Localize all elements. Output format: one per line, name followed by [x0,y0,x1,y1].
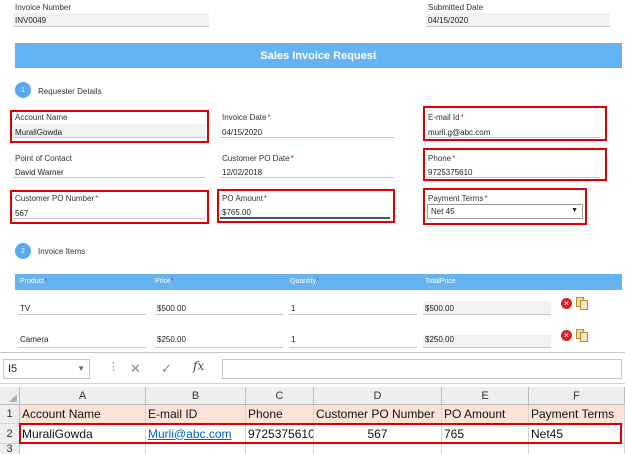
formula-bar: I5 ▼ ⋮ ✕ ✓ fx [0,353,625,384]
invoice-items-heading: Invoice Items [38,247,86,256]
highlight-account-name [10,110,209,143]
item-1-total: $500.00 [425,304,454,313]
highlight-email [423,106,607,141]
row-header-1[interactable]: 1 [0,405,20,424]
highlight-payment-terms [423,188,587,225]
more-options-icon: ⋮ [108,361,119,373]
step-badge-2: 2 [15,243,31,259]
highlight-phone [423,148,607,181]
delete-icon[interactable]: × [561,330,572,341]
point-of-contact-value: David Warner [15,168,64,177]
col-product: Product* [20,278,47,285]
cancel-icon[interactable]: ✕ [130,361,141,377]
formula-input[interactable] [222,359,622,379]
row-header-2[interactable]: 2 [0,424,20,444]
point-of-contact-label: Point of Contact [15,154,72,163]
submitted-date-label: Submitted Date [428,3,484,12]
name-box-value: I5 [8,363,18,375]
cell-f3[interactable] [529,444,625,454]
column-header-a[interactable]: A [20,387,146,405]
col-quantity: Quantity* [290,278,319,285]
item-2-quantity: 1 [291,335,296,344]
cell-f1[interactable]: Payment Terms [529,405,625,424]
item-2-product: Camera [20,335,49,344]
copy-icon[interactable] [576,329,588,342]
cell-c3[interactable] [246,444,314,454]
col-total-price: TotalPrice [425,278,456,285]
cell-a3[interactable] [20,444,146,454]
step-badge-1: 1 [15,82,31,98]
copy-icon[interactable] [576,297,588,310]
delete-icon[interactable]: × [561,298,572,309]
column-header-e[interactable]: E [442,387,529,405]
column-header-d[interactable]: D [314,387,442,405]
highlight-excel-row-2 [19,423,622,444]
invoice-number-label: Invoice Number [15,3,72,12]
item-2-quantity-field[interactable] [289,334,417,348]
column-header-b[interactable]: B [146,387,246,405]
cell-c1[interactable]: Phone [246,405,314,424]
item-1-product-field[interactable] [18,301,146,315]
cell-a1[interactable]: Account Name [20,405,146,424]
cell-b3[interactable] [146,444,246,454]
submitted-date-value: 04/15/2020 [428,16,469,25]
invoice-date-value: 04/15/2020 [222,128,263,137]
insert-function-button[interactable]: fx [193,359,204,373]
highlight-po-amount [217,189,395,223]
cell-d1[interactable]: Customer PO Number [314,405,442,424]
col-price: Price* [155,278,174,285]
highlight-customer-po-number [10,190,209,224]
row-header-3[interactable]: 3 [0,443,20,454]
cell-e1[interactable]: PO Amount [442,405,529,424]
customer-po-date-value: 12/02/2018 [222,168,263,177]
items-table-header: Product* Price* Quantity* TotalPrice [15,274,622,290]
sales-invoice-form: Invoice Number INV0049 Submitted Date 04… [0,0,625,352]
item-1-quantity-field[interactable] [289,301,417,315]
item-2-total: $250.00 [425,335,454,344]
page-title-banner: Sales Invoice Request [15,43,622,68]
invoice-date-label: Invoice Date* [222,113,271,122]
spreadsheet: I5 ▼ ⋮ ✕ ✓ fx A B C D E F 1 2 3 Account … [0,352,625,454]
invoice-number-value: INV0049 [15,16,47,25]
cell-e3[interactable] [442,444,529,454]
item-2-price: $250.00 [157,335,186,344]
cell-d3[interactable] [314,444,442,454]
enter-icon[interactable]: ✓ [161,361,172,377]
customer-po-date-label: Customer PO Date* [222,154,294,163]
requester-details-heading: Requester Details [38,87,102,96]
column-header-c[interactable]: C [246,387,314,405]
name-box[interactable]: I5 ▼ [3,359,90,379]
select-all-corner[interactable] [0,387,20,405]
item-1-product: TV [20,304,31,313]
cell-b1[interactable]: E-mail ID [146,405,246,424]
column-header-f[interactable]: F [529,387,625,405]
name-box-dropdown-icon[interactable]: ▼ [77,364,85,373]
item-1-quantity: 1 [291,304,296,313]
item-1-price: $500.00 [157,304,186,313]
